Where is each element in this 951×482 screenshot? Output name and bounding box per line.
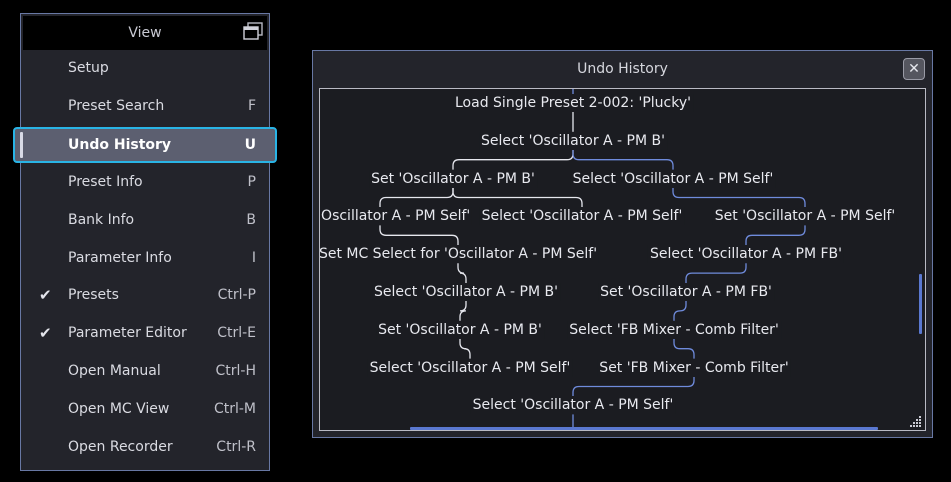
close-icon: ✕ <box>908 61 920 77</box>
undo-node[interactable]: Set 'Oscillator A - PM Self' <box>320 207 473 226</box>
undo-node[interactable]: Select 'Oscillator A - PM FB' <box>647 245 845 264</box>
undo-node[interactable]: Set 'Oscillator A - PM B' <box>376 320 544 339</box>
menu-item-shortcut: P <box>247 173 256 190</box>
menu-item-label: Presets <box>68 287 119 304</box>
undo-tree[interactable]: Load Single Preset 2-002: 'Plucky' Select… <box>319 88 926 431</box>
tree-link <box>459 301 467 321</box>
tree-link <box>572 149 674 170</box>
tree-link <box>379 187 454 208</box>
vertical-scrollbar[interactable] <box>919 274 922 334</box>
undo-node[interactable]: Set MC Select for 'Oscillator A - PM Sel… <box>320 245 600 264</box>
menu-item-shortcut: Ctrl-E <box>217 325 256 342</box>
menu-item-shortcut: I <box>251 249 256 266</box>
menu-item-presets[interactable]: ✔ Presets Ctrl-P <box>21 277 269 313</box>
check-icon: ✔ <box>39 324 52 343</box>
tree-link <box>452 149 574 170</box>
menu-item-shortcut: Ctrl-P <box>217 287 256 304</box>
tree-link <box>457 263 467 283</box>
undo-node[interactable]: Select 'Oscillator A - PM Self' <box>479 207 685 226</box>
menu-item-shortcut: F <box>247 97 256 114</box>
menu-item-open-recorder[interactable]: Open Recorder Ctrl-R <box>21 429 269 465</box>
menu-item-open-mc-view[interactable]: Open MC View Ctrl-M <box>21 391 269 427</box>
tree-link <box>672 187 806 208</box>
check-icon: ✔ <box>39 286 52 305</box>
tree-link <box>685 263 747 283</box>
undo-node[interactable]: Select 'Oscillator A - PM Self' <box>470 396 676 415</box>
resize-grip-icon[interactable] <box>910 415 922 427</box>
menu-item-shortcut: Ctrl-H <box>215 363 257 380</box>
undo-history-window: Undo History ✕ Load Single Preset 2-002:… <box>312 50 933 438</box>
undo-node[interactable]: Select 'Oscillator A - PM Self' <box>367 358 573 377</box>
undo-node[interactable]: Set 'Oscillator A - PM FB' <box>598 283 774 301</box>
tree-link <box>379 225 459 246</box>
menu-item-label: Open Recorder <box>68 439 173 455</box>
undo-node[interactable]: Set 'Oscillator A - PM Self' <box>712 207 898 226</box>
undo-node[interactable]: Set 'Oscillator A - PM B' <box>369 169 537 188</box>
menu-item-preset-info[interactable]: Preset Info P <box>21 164 269 200</box>
undo-node[interactable]: Load Single Preset 2-002: 'Plucky' <box>453 94 693 112</box>
menu-item-shortcut: B <box>246 211 256 228</box>
menu-item-open-manual[interactable]: Open Manual Ctrl-H <box>21 353 269 389</box>
view-menu: View Setup Preset Search F Undo History U Pre… <box>13 13 277 471</box>
menu-item-shortcut: U <box>244 136 256 153</box>
horizontal-scrollbar[interactable] <box>410 427 878 430</box>
menu-item-label: Preset Search <box>68 97 165 114</box>
menu-item-setup[interactable]: Setup <box>21 50 269 86</box>
undo-node[interactable]: Select 'Oscillator A - PM Self' <box>570 169 776 188</box>
menu-item-label: Preset Info <box>68 173 143 190</box>
undo-node[interactable]: Set 'FB Mixer - Comb Filter' <box>597 358 791 377</box>
undo-node[interactable]: Select 'Oscillator A - PM B' <box>372 283 560 301</box>
menu-item-label: Parameter Info <box>68 249 172 266</box>
tree-link <box>452 187 583 208</box>
tree-link <box>673 301 687 321</box>
menu-item-parameter-editor[interactable]: ✔ Parameter Editor Ctrl-E <box>21 315 269 351</box>
tree-link <box>572 376 695 397</box>
menu-item-label: Open MC View <box>68 401 170 418</box>
menu-item-preset-search[interactable]: Preset Search F <box>21 88 269 124</box>
menu-item-undo-history[interactable]: Undo History U <box>13 126 277 163</box>
close-button[interactable]: ✕ <box>903 58 925 80</box>
undo-node[interactable]: Select 'Oscillator A - PM B' <box>479 131 667 150</box>
tree-link <box>459 338 471 359</box>
menu-item-label: Open Manual <box>68 363 161 380</box>
window-icon[interactable] <box>243 22 263 40</box>
menu-item-bank-info[interactable]: Bank Info B <box>21 202 269 238</box>
menu-item-shortcut: Ctrl-M <box>213 401 256 418</box>
menu-item-shortcut: Ctrl-R <box>216 439 256 455</box>
tree-link <box>673 338 695 359</box>
menu-item-label: Undo History <box>68 136 172 153</box>
menu-item-label: Parameter Editor <box>68 325 187 342</box>
menu-item-parameter-info[interactable]: Parameter Info I <box>21 240 269 276</box>
window-title: Undo History <box>577 61 668 77</box>
undo-node[interactable]: Select 'FB Mixer - Comb Filter' <box>567 320 781 339</box>
tree-link <box>745 225 806 246</box>
menu-item-label: Setup <box>68 60 109 76</box>
menu-title: View <box>23 16 267 50</box>
menu-item-label: Bank Info <box>68 211 135 228</box>
